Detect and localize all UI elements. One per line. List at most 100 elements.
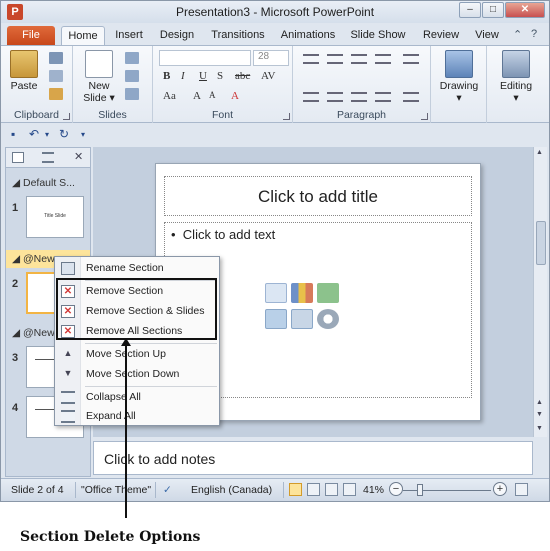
drawing-button[interactable]: Drawing ▾ xyxy=(433,50,485,104)
next-slide-icon[interactable]: ▼ xyxy=(536,411,543,418)
close-pane-icon[interactable]: ✕ xyxy=(74,150,86,163)
previous-slide-icon[interactable]: ▲ xyxy=(536,399,543,406)
reset-icon[interactable] xyxy=(125,70,139,82)
customize-qat-icon[interactable]: ▾ xyxy=(81,130,85,139)
italic-icon[interactable]: I xyxy=(181,70,185,82)
expand-all-icon xyxy=(61,410,75,423)
tab-transitions[interactable]: Transitions xyxy=(207,26,269,45)
insert-chart-icon[interactable] xyxy=(291,283,313,303)
outline-tab-icon[interactable] xyxy=(42,152,54,163)
clipboard-group-label: Clipboard xyxy=(14,109,59,121)
reading-view-button[interactable] xyxy=(325,483,338,496)
font-dialog-launcher-icon[interactable] xyxy=(283,113,290,120)
character-spacing-icon[interactable]: AV xyxy=(261,70,275,82)
paste-button[interactable]: Paste xyxy=(7,50,41,92)
underline-icon[interactable]: U xyxy=(199,70,207,82)
tab-home[interactable]: Home xyxy=(61,26,105,45)
ribbon-tab-bar: File Home Insert Design Transitions Anim… xyxy=(1,23,549,45)
shrink-font-icon[interactable]: A xyxy=(209,90,216,100)
cut-icon[interactable] xyxy=(49,52,63,64)
layout-icon[interactable] xyxy=(125,52,139,64)
zoom-slider-handle[interactable] xyxy=(417,484,423,496)
grow-font-icon[interactable]: A xyxy=(193,90,201,102)
insert-smartart-icon[interactable] xyxy=(317,283,339,303)
slide-thumbnail[interactable]: Title Slide xyxy=(26,196,84,238)
slides-tab-icon[interactable] xyxy=(12,152,24,163)
strikethrough-icon[interactable]: abc xyxy=(235,70,250,82)
paragraph-group-label: Paragraph xyxy=(336,109,387,121)
tab-insert[interactable]: Insert xyxy=(109,26,149,45)
shadow-icon[interactable]: S xyxy=(217,70,223,82)
editing-button[interactable]: Editing ▾ xyxy=(489,50,543,104)
move-down-icon: ▼ xyxy=(63,368,73,378)
move-section-up-menu-item[interactable]: ▲ Move Section Up xyxy=(55,345,219,364)
decrease-indent-icon[interactable] xyxy=(351,54,367,64)
help-icon[interactable]: ? xyxy=(531,28,537,40)
zoom-level[interactable]: 41% xyxy=(363,484,384,496)
justify-icon[interactable] xyxy=(375,92,391,102)
spell-check-icon[interactable]: ✓ xyxy=(163,484,172,496)
slide-sorter-view-button[interactable] xyxy=(307,483,320,496)
clipboard-dialog-launcher-icon[interactable] xyxy=(63,113,70,120)
title-placeholder[interactable]: Click to add title xyxy=(164,176,472,216)
collapse-all-menu-item[interactable]: Collapse All xyxy=(55,388,219,407)
format-painter-icon[interactable] xyxy=(49,88,63,100)
insert-clip-art-icon[interactable] xyxy=(291,309,313,329)
maximize-button[interactable]: □ xyxy=(482,2,504,18)
scroll-down-icon[interactable]: ▼ xyxy=(536,425,543,432)
align-right-icon[interactable] xyxy=(351,92,367,102)
save-icon[interactable]: ▪ xyxy=(11,127,15,141)
rename-section-menu-item[interactable]: Rename Section xyxy=(55,259,219,278)
insert-media-icon[interactable] xyxy=(317,309,339,329)
increase-indent-icon[interactable] xyxy=(375,54,391,64)
align-center-icon[interactable] xyxy=(327,92,343,102)
scroll-up-icon[interactable]: ▲ xyxy=(536,149,543,156)
change-case-icon[interactable]: Aa xyxy=(163,90,176,102)
fit-to-window-button[interactable] xyxy=(515,483,528,496)
move-section-down-menu-item[interactable]: ▼ Move Section Down xyxy=(55,365,219,384)
title-bar: P Presentation3 - Microsoft PowerPoint –… xyxy=(1,1,549,23)
vertical-scrollbar[interactable]: ▲ ▲ ▼ ▼ xyxy=(533,147,547,437)
section-icon[interactable] xyxy=(125,88,139,100)
collapse-section-icon: ◢ xyxy=(12,327,23,339)
tab-view[interactable]: View xyxy=(469,26,505,45)
smartart-icon[interactable] xyxy=(403,92,419,102)
minimize-button[interactable]: – xyxy=(459,2,481,18)
theme-status[interactable]: "Office Theme" xyxy=(81,484,151,496)
ribbon-minimize-icon[interactable]: ⌃ xyxy=(513,28,522,41)
section-header[interactable]: ◢ Default S... xyxy=(6,174,90,192)
notes-pane[interactable]: Click to add notes xyxy=(93,441,533,475)
insert-picture-icon[interactable] xyxy=(265,309,287,329)
undo-icon[interactable]: ↶ xyxy=(29,127,39,141)
paragraph-dialog-launcher-icon[interactable] xyxy=(421,113,428,120)
tab-slide-show[interactable]: Slide Show xyxy=(347,26,409,45)
drawing-group: Drawing ▾ xyxy=(431,46,487,123)
language-status[interactable]: English (Canada) xyxy=(191,484,272,496)
text-direction-icon[interactable] xyxy=(403,54,419,64)
font-name-field[interactable] xyxy=(159,50,251,66)
tab-animations[interactable]: Animations xyxy=(277,26,339,45)
content-placeholder-text: • Click to add text xyxy=(171,227,276,242)
font-color-icon[interactable]: A xyxy=(231,90,239,102)
font-size-field[interactable]: 28 xyxy=(253,50,289,66)
expand-all-menu-item[interactable]: Expand All xyxy=(55,407,219,426)
numbering-icon[interactable] xyxy=(327,54,343,64)
tab-review[interactable]: Review xyxy=(419,26,463,45)
align-left-icon[interactable] xyxy=(303,92,319,102)
undo-dropdown-icon[interactable]: ▾ xyxy=(45,130,49,139)
tab-design[interactable]: Design xyxy=(155,26,199,45)
new-slide-button[interactable]: New Slide ▾ xyxy=(79,50,119,104)
copy-icon[interactable] xyxy=(49,70,63,82)
slide-show-view-button[interactable] xyxy=(343,483,356,496)
insert-table-icon[interactable] xyxy=(265,283,287,303)
normal-view-button[interactable] xyxy=(289,483,302,496)
powerpoint-window: P Presentation3 - Microsoft PowerPoint –… xyxy=(0,0,550,502)
zoom-in-button[interactable]: + xyxy=(493,482,507,496)
tab-file[interactable]: File xyxy=(7,26,55,45)
redo-icon[interactable]: ↻ xyxy=(59,127,69,141)
scrollbar-thumb[interactable] xyxy=(536,221,546,265)
bullets-icon[interactable] xyxy=(303,54,319,64)
zoom-out-button[interactable]: − xyxy=(389,482,403,496)
bold-icon[interactable]: B xyxy=(163,70,170,82)
close-button[interactable]: ✕ xyxy=(505,2,545,18)
